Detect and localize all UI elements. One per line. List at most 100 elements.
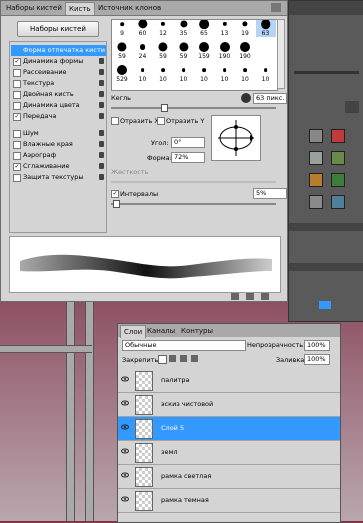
brush-option-item[interactable]: ✓ Передача bbox=[11, 111, 106, 122]
eye-icon[interactable] bbox=[121, 423, 129, 431]
brush-tip-cell[interactable]: 63 bbox=[255, 20, 276, 37]
lock-icon[interactable] bbox=[99, 141, 104, 147]
brush-tip-cell[interactable]: 10 bbox=[174, 66, 194, 83]
brush-option-item[interactable]: Форма отпечатка кисти bbox=[11, 45, 106, 56]
spacing-field[interactable]: 5% bbox=[253, 188, 287, 199]
brush-tip-cell[interactable]: 9 bbox=[112, 20, 132, 37]
brush-tip-cell[interactable]: 10 bbox=[133, 66, 153, 83]
lock-icon[interactable] bbox=[99, 130, 104, 136]
brush-tip-cell[interactable]: 10 bbox=[153, 66, 173, 83]
spacing-slider[interactable] bbox=[111, 203, 276, 205]
option-checkbox[interactable]: ✓ bbox=[13, 163, 21, 171]
brush-panel-footer-icons[interactable] bbox=[231, 293, 281, 301]
tab-channels[interactable]: Каналы bbox=[144, 325, 178, 337]
brush-tip-cell[interactable]: 190 bbox=[235, 42, 255, 60]
layer-row[interactable]: палитра bbox=[118, 369, 340, 393]
brush-option-item[interactable]: Защита текстуры bbox=[11, 172, 106, 183]
brush-option-item[interactable]: Рассеивание bbox=[11, 67, 106, 78]
brush-tip-cell[interactable]: 13 bbox=[215, 20, 235, 37]
brush-angle-preview[interactable] bbox=[211, 115, 261, 161]
option-checkbox[interactable] bbox=[13, 174, 21, 182]
brush-grid-scrollbar[interactable] bbox=[277, 19, 285, 89]
brush-option-item[interactable]: Аэрограф bbox=[11, 150, 106, 161]
blend-mode-select[interactable]: Обычные bbox=[122, 340, 246, 351]
brush-option-item[interactable]: Двойная кисть bbox=[11, 89, 106, 100]
layer-row[interactable]: рамка светлая bbox=[118, 465, 340, 489]
brush-tip-cell[interactable]: 19 bbox=[235, 20, 255, 37]
panel-menu-icon[interactable] bbox=[345, 101, 359, 113]
layer-row[interactable]: эскиз чистовой bbox=[118, 393, 340, 417]
tab-brush-presets[interactable]: Наборы кистей bbox=[3, 2, 65, 14]
flip-y-checkbox[interactable] bbox=[157, 117, 165, 125]
style-swatch[interactable] bbox=[331, 129, 345, 143]
size-slider[interactable] bbox=[111, 107, 276, 109]
layer-row[interactable]: земл bbox=[118, 441, 340, 465]
size-slider-knob[interactable] bbox=[161, 104, 168, 112]
style-swatch[interactable] bbox=[331, 195, 345, 209]
brush-tip-cell[interactable]: 190 bbox=[215, 42, 235, 60]
style-swatch[interactable] bbox=[331, 151, 345, 165]
option-checkbox[interactable] bbox=[13, 141, 21, 149]
option-checkbox[interactable]: ✓ bbox=[13, 58, 21, 66]
brush-tip-cell[interactable]: 529 bbox=[112, 65, 132, 83]
brush-tip-cell[interactable]: 60 bbox=[133, 20, 153, 37]
style-swatch[interactable] bbox=[331, 173, 345, 187]
brush-tip-cell[interactable]: 59 bbox=[174, 42, 194, 60]
style-swatch[interactable] bbox=[309, 173, 323, 187]
tab-layers[interactable]: Слои bbox=[120, 325, 147, 338]
angle-field[interactable]: 0° bbox=[171, 137, 205, 148]
lock-icon[interactable] bbox=[99, 58, 104, 64]
lock-icon[interactable] bbox=[99, 69, 104, 75]
brush-option-item[interactable]: Шум bbox=[11, 128, 106, 139]
lock-icon[interactable] bbox=[99, 163, 104, 169]
tab-brush[interactable]: Кисть bbox=[65, 2, 95, 15]
eye-icon[interactable] bbox=[121, 495, 129, 503]
style-swatch[interactable] bbox=[309, 151, 323, 165]
lock-icons[interactable] bbox=[158, 355, 198, 364]
brush-option-item[interactable]: Текстура bbox=[11, 78, 106, 89]
brush-option-item[interactable]: Динамика цвета bbox=[11, 100, 106, 111]
brush-tip-cell[interactable]: 10 bbox=[215, 66, 235, 83]
brush-option-item[interactable]: ✓ Динамика формы bbox=[11, 56, 106, 67]
brush-tip-cell[interactable]: 65 bbox=[194, 20, 214, 37]
size-field[interactable]: 63 пикс. bbox=[253, 93, 287, 104]
layer-row[interactable]: рамка темная bbox=[118, 489, 340, 513]
style-swatch[interactable] bbox=[309, 129, 323, 143]
option-checkbox[interactable] bbox=[13, 91, 21, 99]
reset-size-icon[interactable] bbox=[241, 93, 251, 103]
brush-tip-cell[interactable]: 10 bbox=[194, 66, 214, 83]
lock-icon[interactable] bbox=[99, 80, 104, 86]
lock-icon[interactable] bbox=[99, 102, 104, 108]
panel-menu-icon[interactable] bbox=[271, 3, 281, 12]
brush-tip-cell[interactable]: 35 bbox=[174, 20, 194, 37]
roundness-field[interactable]: 72% bbox=[171, 152, 205, 163]
option-checkbox[interactable] bbox=[13, 69, 21, 77]
brush-tip-grid[interactable]: 9 60 12 35 65 13 19 63 59 24 59 59 159 190 190 529 10 10 1… bbox=[111, 19, 278, 91]
hardness-slider[interactable] bbox=[111, 181, 276, 183]
flip-x-checkbox[interactable] bbox=[111, 117, 119, 125]
lock-icon[interactable] bbox=[99, 174, 104, 180]
brush-tip-cell[interactable]: 59 bbox=[112, 42, 132, 60]
fill-field[interactable]: 100% bbox=[304, 354, 330, 365]
option-checkbox[interactable] bbox=[13, 102, 21, 110]
eye-icon[interactable] bbox=[121, 447, 129, 455]
eye-icon[interactable] bbox=[121, 399, 129, 407]
eye-icon[interactable] bbox=[121, 471, 129, 479]
brush-tip-cell[interactable]: 12 bbox=[153, 20, 173, 37]
tab-paths[interactable]: Контуры bbox=[178, 325, 216, 337]
option-checkbox[interactable] bbox=[13, 152, 21, 160]
spacing-checkbox[interactable]: ✓ bbox=[111, 190, 119, 198]
style-swatch[interactable] bbox=[309, 195, 323, 209]
opacity-field[interactable]: 100% bbox=[304, 340, 330, 351]
option-checkbox[interactable]: ✓ bbox=[13, 113, 21, 121]
option-checkbox[interactable] bbox=[13, 80, 21, 88]
brush-presets-button[interactable]: Наборы кистей bbox=[17, 21, 99, 37]
eye-icon[interactable] bbox=[121, 375, 129, 383]
tab-clone-source[interactable]: Источник клонов bbox=[95, 2, 164, 14]
layer-row[interactable]: Слой 5 bbox=[118, 417, 340, 441]
lock-icon[interactable] bbox=[99, 152, 104, 158]
panel-icon[interactable] bbox=[319, 301, 331, 309]
brush-tip-cell[interactable]: 159 bbox=[194, 42, 214, 60]
lock-icon[interactable] bbox=[99, 113, 104, 119]
brush-tip-cell[interactable]: 10 bbox=[256, 66, 276, 83]
